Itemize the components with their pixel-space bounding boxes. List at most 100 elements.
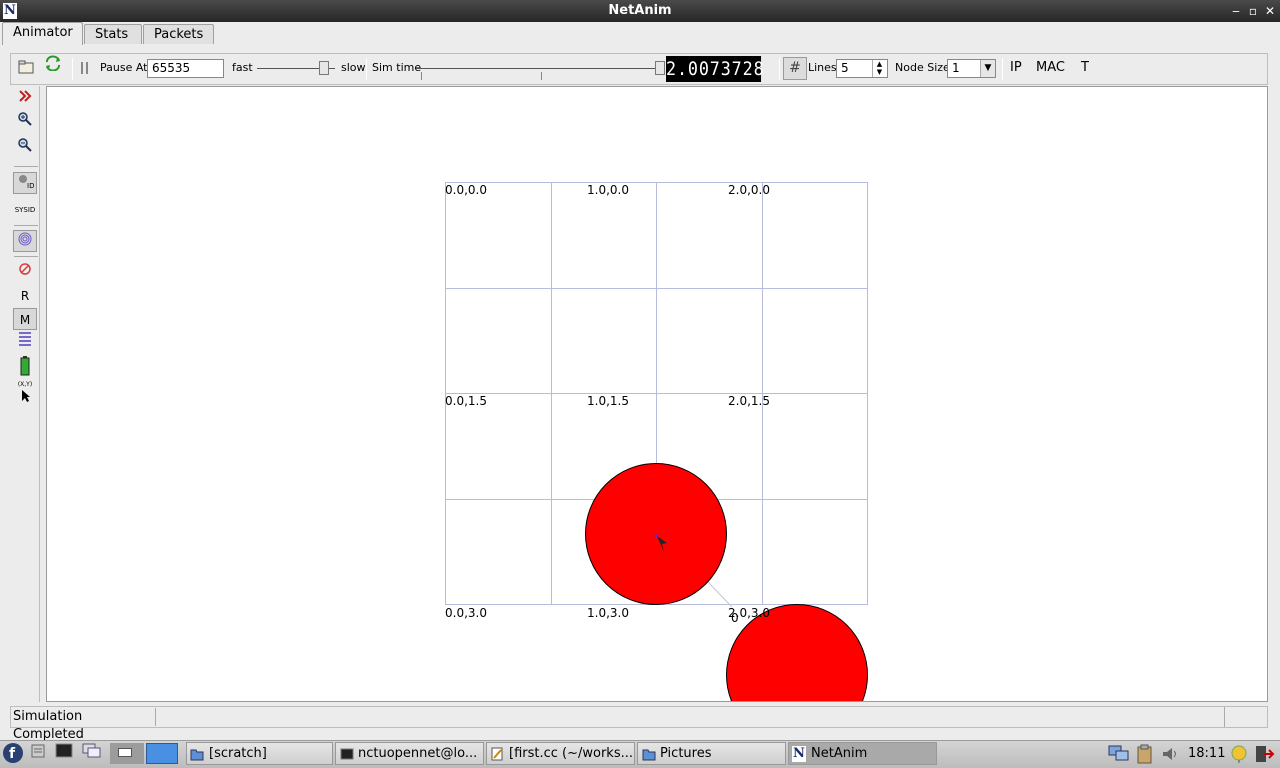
status-bar — [10, 706, 1268, 728]
clock: 18:11 — [1188, 746, 1226, 761]
speed-slider-handle[interactable] — [319, 61, 329, 75]
taskbar-item-label: [first.cc (~/works... — [509, 746, 634, 761]
taskbar-item-pictures[interactable]: Pictures — [637, 742, 786, 765]
workspace-1[interactable] — [110, 743, 144, 764]
lines-label: Lines — [808, 61, 837, 74]
volume-icon[interactable] — [1160, 744, 1180, 764]
sim-time-slider-track[interactable] — [416, 68, 662, 69]
taskbar-item-label: nctuopennet@lo... — [358, 746, 478, 761]
logout-icon[interactable] — [1254, 744, 1276, 764]
workspace-2[interactable] — [146, 743, 178, 764]
node-center-dot — [654, 534, 658, 538]
lines-value: 5 — [841, 61, 849, 75]
grid-label: 1.0,3.0 — [587, 606, 629, 620]
sim-time-tick — [541, 72, 542, 80]
zoom-in-icon[interactable] — [13, 111, 37, 133]
sysid-label: SYSID — [14, 206, 36, 214]
t-button[interactable]: T — [1081, 60, 1089, 75]
chevron-down-icon[interactable]: ▼ — [980, 60, 995, 77]
r-button[interactable]: R — [13, 285, 37, 307]
window-title: NetAnim — [608, 3, 672, 18]
taskbar-item-scratch[interactable]: [scratch] — [186, 742, 333, 765]
sim-time-slider-handle[interactable] — [655, 61, 665, 75]
folder-icon — [642, 747, 656, 761]
reload-icon[interactable] — [44, 55, 62, 72]
netanim-icon: N — [792, 746, 806, 762]
fast-forward-icon[interactable] — [13, 88, 37, 110]
grid-label: 0.0,1.5 — [445, 394, 487, 408]
windows-launcher-icon[interactable] — [81, 743, 103, 764]
link-line — [706, 580, 733, 608]
taskbar-item-terminal[interactable]: nctuopennet@lo... — [335, 742, 484, 765]
node-size-label: Node Size — [895, 61, 950, 74]
pointer-icon — [21, 389, 31, 403]
show-node-sysid-icon[interactable]: SYSID — [13, 199, 37, 221]
toolbar-separator — [366, 58, 367, 80]
pause-at-input[interactable]: 65535 — [147, 59, 224, 78]
tab-animator[interactable]: Animator — [2, 22, 83, 45]
toolbar-separator — [779, 58, 780, 80]
toolbar-separator — [72, 58, 73, 80]
block-icon[interactable] — [13, 261, 37, 283]
grid-label: 0.0,3.0 — [445, 606, 487, 620]
show-node-id-icon[interactable]: ID — [13, 172, 37, 194]
sidebar-separator — [14, 256, 38, 257]
packet-lines-icon[interactable] — [13, 330, 37, 352]
m-button[interactable]: M — [13, 308, 37, 330]
folder-icon — [190, 747, 204, 761]
mac-button[interactable]: MAC — [1036, 60, 1065, 75]
fast-label: fast — [232, 61, 253, 74]
svg-text:f: f — [9, 746, 16, 762]
grid-toggle-icon[interactable]: # — [783, 57, 807, 80]
app-icon: N — [3, 3, 17, 19]
text-editor-icon — [490, 747, 504, 761]
status-text: Simulation Completed — [13, 708, 156, 742]
taskbar-item-label: NetAnim — [811, 746, 868, 761]
taskbar-item-label: [scratch] — [209, 746, 267, 761]
scene — [445, 182, 868, 701]
clipboard-icon[interactable] — [1134, 744, 1156, 764]
slow-label: slow — [341, 61, 366, 74]
node-circle[interactable] — [585, 463, 727, 605]
taskbar-item-editor[interactable]: [first.cc (~/works... — [486, 742, 635, 765]
show-desktop-icon[interactable] — [27, 743, 49, 764]
taskbar-item-label: Pictures — [660, 746, 712, 761]
pause-icon[interactable] — [80, 61, 90, 75]
grid-label: 0.0,0.0 — [445, 183, 487, 197]
grid-label: 1.0,1.5 — [587, 394, 629, 408]
sim-time-display: 2.0073728 — [666, 56, 765, 82]
xy-label: (X,Y) — [17, 381, 33, 388]
sim-time-label: Sim time — [372, 61, 422, 74]
tab-stats[interactable]: Stats — [84, 24, 142, 44]
minimize-icon[interactable]: ‒ — [1228, 2, 1244, 20]
workspace-window-icon — [118, 748, 132, 757]
tab-packets[interactable]: Packets — [143, 24, 214, 44]
grid-label: 2.0,0.0 — [728, 183, 770, 197]
sim-time-tick — [421, 72, 422, 80]
spin-arrows-icon[interactable]: ▲ ▼ — [872, 60, 886, 77]
toolbar-separator — [1002, 58, 1003, 80]
grid-label: 2.0,1.5 — [728, 394, 770, 408]
pause-at-label: Pause At — [100, 61, 148, 74]
close-icon[interactable]: ✕ — [1262, 2, 1278, 20]
svg-text:ID: ID — [27, 182, 34, 189]
status-separator — [1224, 707, 1225, 727]
terminal-launcher-icon[interactable] — [53, 743, 75, 764]
node-size-value: 1 — [952, 61, 960, 75]
network-icon[interactable] — [1108, 744, 1130, 764]
terminal-icon — [340, 747, 354, 761]
zoom-out-icon[interactable] — [13, 137, 37, 159]
fedora-menu-icon[interactable]: f — [2, 742, 24, 763]
taskbar-item-netanim[interactable]: NetAnim — [788, 742, 937, 765]
ip-button[interactable]: IP — [1010, 60, 1022, 75]
grid-label: 1.0,0.0 — [587, 183, 629, 197]
wireless-circles-icon[interactable] — [13, 230, 37, 252]
node-id-label: 0 — [731, 611, 739, 625]
open-file-icon[interactable] — [18, 60, 34, 74]
sidebar-separator — [14, 166, 38, 167]
update-notifier-icon[interactable] — [1229, 744, 1249, 764]
animation-canvas[interactable]: 0.0,0.0 1.0,0.0 2.0,0.0 0.0,1.5 1.0,1.5 … — [46, 86, 1268, 702]
window-titlebar: NetAnim — [0, 0, 1280, 22]
battery-icon[interactable] — [13, 356, 37, 378]
maximize-icon[interactable]: ▫ — [1245, 2, 1261, 20]
